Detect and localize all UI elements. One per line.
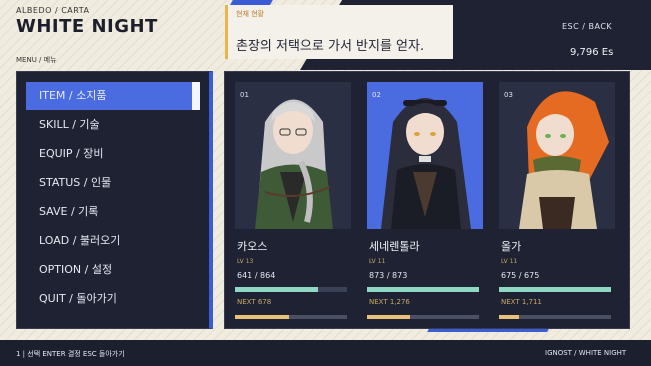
- hp-bar-2: [367, 287, 479, 292]
- character-hp-2: 873 / 873: [369, 271, 408, 280]
- card-number: 01: [240, 91, 249, 99]
- game-title: WHITE NIGHT: [16, 16, 158, 37]
- party-panel: 01 카오스 LV 13 641 / 864 NEXT 678 02 세네렌톨라…: [224, 71, 630, 329]
- main-menu: ITEM / 소지품 SKILL / 기술 EQUIP / 장비 STATUS …: [16, 71, 213, 329]
- menu-item-status[interactable]: STATUS / 인물: [26, 169, 200, 197]
- menu-item-option[interactable]: OPTION / 설정: [26, 256, 200, 284]
- menu-item-equip[interactable]: EQUIP / 장비: [26, 140, 200, 168]
- menu-item-item[interactable]: ITEM / 소지품: [26, 82, 200, 110]
- menu-item-quit[interactable]: QUIT / 돌아가기: [26, 285, 200, 313]
- menu-heading: MENU / 메뉴: [16, 56, 57, 64]
- character-hp-1: 641 / 864: [237, 271, 276, 280]
- footer-credit: IGNOST / WHITE NIGHT: [545, 349, 627, 357]
- exp-bar-2: [367, 315, 479, 319]
- hp-bar-3: [499, 287, 611, 292]
- character-next-1: NEXT 678: [237, 298, 272, 306]
- character-next-3: NEXT 1,711: [501, 298, 542, 306]
- menu-item-save[interactable]: SAVE / 기록: [26, 198, 200, 226]
- card-number: 02: [372, 91, 381, 99]
- control-hints: 1 | 선택 ENTER 결정 ESC 돌아가기: [16, 350, 125, 358]
- exp-bar-1: [235, 315, 347, 319]
- quest-message: 촌장의 저택으로 가서 반지를 얻자.: [236, 39, 425, 54]
- character-next-2: NEXT 1,276: [369, 298, 410, 306]
- brand-subtitle: ALBEDO / CARTA: [16, 6, 90, 15]
- character-portrait-2: [381, 98, 471, 229]
- character-name-1: 카오스: [237, 240, 268, 253]
- status-tag: 현재 현황: [236, 10, 264, 18]
- money-display: 9,796 Es: [570, 47, 614, 58]
- character-portrait-3: [519, 91, 609, 229]
- exp-bar-3: [499, 315, 611, 319]
- character-portrait-1: [255, 99, 333, 229]
- character-card-2[interactable]: 02: [367, 82, 483, 229]
- character-name-2: 세네렌톨라: [369, 240, 420, 253]
- character-level-2: LV 11: [369, 258, 386, 265]
- character-name-3: 올가: [501, 240, 522, 253]
- character-level-1: LV 13: [237, 258, 254, 265]
- card-number: 03: [504, 91, 513, 99]
- quest-status-box: 현재 현황 촌장의 저택으로 가서 반지를 얻자.: [225, 5, 453, 59]
- character-level-3: LV 11: [501, 258, 518, 265]
- menu-item-load[interactable]: LOAD / 불러오기: [26, 227, 200, 255]
- character-card-1[interactable]: 01: [235, 82, 351, 229]
- menu-item-skill[interactable]: SKILL / 기술: [26, 111, 200, 139]
- hp-bar-1: [235, 287, 347, 292]
- character-hp-3: 675 / 675: [501, 271, 540, 280]
- character-card-3[interactable]: 03: [499, 82, 615, 229]
- esc-back-button[interactable]: ESC / BACK: [562, 22, 612, 31]
